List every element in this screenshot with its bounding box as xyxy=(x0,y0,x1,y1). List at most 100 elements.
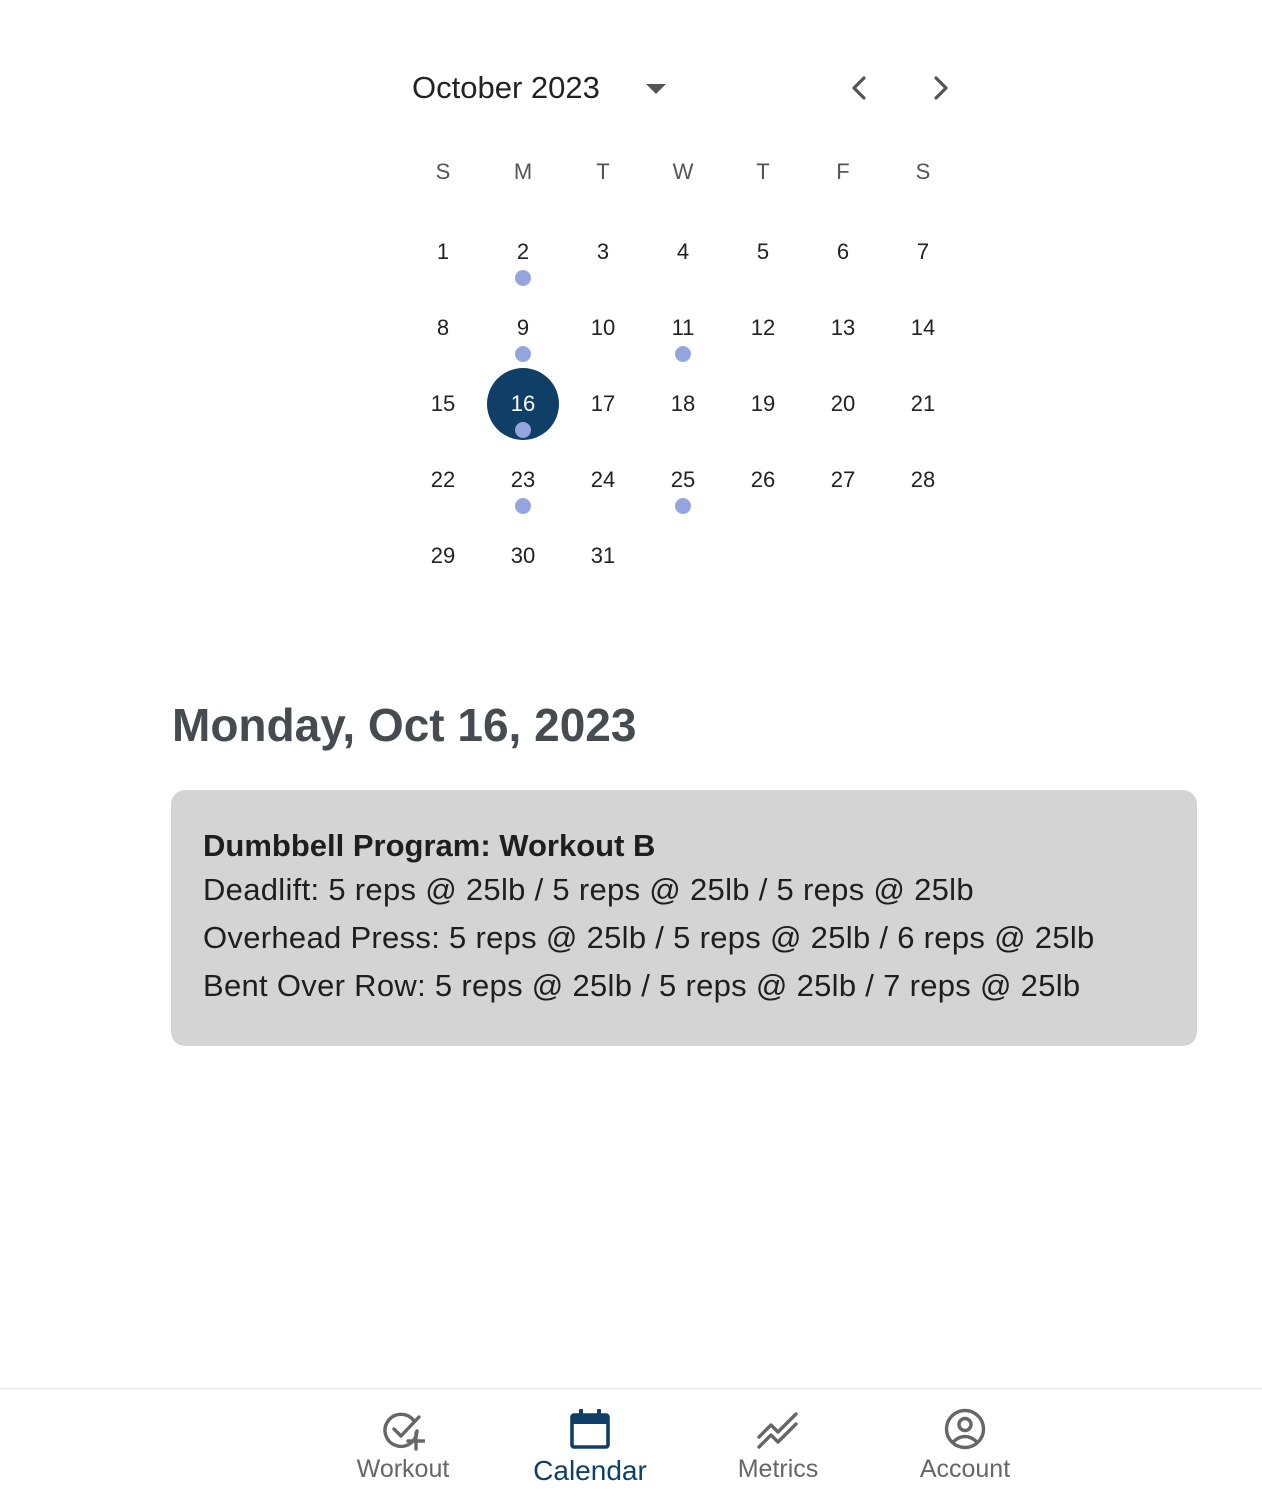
calendar-empty-cell xyxy=(723,518,803,594)
calendar-day[interactable]: 7 xyxy=(883,214,963,290)
nav-item-account[interactable]: Account xyxy=(875,1389,1055,1503)
day-number: 30 xyxy=(510,543,536,568)
calendar-day[interactable]: 18 xyxy=(643,366,723,442)
weekday-label: S xyxy=(915,159,931,184)
nav-label-workout: Workout xyxy=(356,1455,450,1483)
nav-label-metrics: Metrics xyxy=(737,1455,819,1483)
calendar-day[interactable]: 24 xyxy=(563,442,643,518)
calendar-header: October 2023 xyxy=(412,66,972,110)
day-number: 20 xyxy=(830,391,856,416)
weekday-label: W xyxy=(672,159,694,184)
day-number: 27 xyxy=(830,467,856,492)
day-number: 31 xyxy=(590,543,616,568)
workout-indicator-dot xyxy=(675,498,691,514)
chevron-left-icon xyxy=(852,76,866,100)
exercise-line: Deadlift: 5 reps @ 25lb / 5 reps @ 25lb … xyxy=(203,872,974,907)
day-number: 7 xyxy=(916,239,930,264)
day-number: 18 xyxy=(670,391,696,416)
workout-indicator-dot xyxy=(515,498,531,514)
calendar-day[interactable]: 12 xyxy=(723,290,803,366)
calendar-day[interactable]: 19 xyxy=(723,366,803,442)
calendar-week-row: 29 30 31 xyxy=(403,518,963,594)
day-number: 4 xyxy=(676,239,690,264)
calendar-day[interactable]: 27 xyxy=(803,442,883,518)
calendar-day[interactable]: 21 xyxy=(883,366,963,442)
chevron-right-icon xyxy=(934,76,948,100)
day-number: 24 xyxy=(590,467,616,492)
nav-item-metrics[interactable]: Metrics xyxy=(688,1389,868,1503)
calendar-day[interactable]: 22 xyxy=(403,442,483,518)
calendar-day[interactable]: 2 xyxy=(483,214,563,290)
bottom-navigation: Workout Calendar Metrics Account xyxy=(0,1388,1262,1503)
weekday-header: S M T W T F S xyxy=(403,152,963,192)
calendar-day[interactable]: 14 xyxy=(883,290,963,366)
calendar-day[interactable]: 17 xyxy=(563,366,643,442)
day-number: 5 xyxy=(756,239,770,264)
calendar-week-row: 22 23 24 25 26 27 28 xyxy=(403,442,963,518)
day-number: 29 xyxy=(430,543,456,568)
calendar-day[interactable]: 4 xyxy=(643,214,723,290)
calendar-day[interactable]: 23 xyxy=(483,442,563,518)
day-number: 28 xyxy=(910,467,936,492)
next-month-button[interactable] xyxy=(918,66,962,110)
workout-title: Dumbbell Program: Workout B xyxy=(203,828,656,863)
calendar-day[interactable]: 3 xyxy=(563,214,643,290)
day-number: 10 xyxy=(590,315,616,340)
calendar-day[interactable]: 1 xyxy=(403,214,483,290)
weekday-label: T xyxy=(596,159,610,184)
calendar-day[interactable]: 6 xyxy=(803,214,883,290)
nav-label-calendar: Calendar xyxy=(533,1455,647,1486)
calendar-day[interactable]: 28 xyxy=(883,442,963,518)
day-number: 13 xyxy=(830,315,856,340)
nav-item-calendar[interactable]: Calendar xyxy=(500,1389,680,1503)
trend-lines-icon xyxy=(757,1412,798,1449)
day-number: 1 xyxy=(436,239,450,264)
workout-indicator-dot xyxy=(515,270,531,286)
calendar-day[interactable]: 5 xyxy=(723,214,803,290)
day-number: 11 xyxy=(671,315,695,340)
check-circle-plus-icon xyxy=(383,1412,425,1451)
weekday-label: T xyxy=(756,159,770,184)
calendar-day[interactable]: 29 xyxy=(403,518,483,594)
day-number: 23 xyxy=(510,467,536,492)
caret-down-icon[interactable] xyxy=(644,72,668,104)
exercise-line: Bent Over Row: 5 reps @ 25lb / 5 reps @ … xyxy=(203,968,1081,1003)
previous-month-button[interactable] xyxy=(838,66,882,110)
calendar-day[interactable]: 8 xyxy=(403,290,483,366)
calendar-day[interactable]: 25 xyxy=(643,442,723,518)
day-number: 14 xyxy=(910,315,936,340)
day-number: 8 xyxy=(436,315,450,340)
month-year-label[interactable]: October 2023 xyxy=(412,70,600,106)
calendar-day[interactable]: 9 xyxy=(483,290,563,366)
calendar-week-row: 8 9 10 11 12 13 14 xyxy=(403,290,963,366)
calendar-day[interactable]: 13 xyxy=(803,290,883,366)
calendar-day[interactable]: 30 xyxy=(483,518,563,594)
weekday-label: S xyxy=(435,159,451,184)
weekday-label: F xyxy=(836,159,850,184)
calendar-day-selected[interactable]: 16 xyxy=(483,366,563,442)
calendar-empty-cell xyxy=(803,518,883,594)
workout-indicator-dot xyxy=(675,346,691,362)
day-number: 12 xyxy=(750,315,776,340)
calendar-day[interactable]: 10 xyxy=(563,290,643,366)
day-number: 22 xyxy=(430,467,456,492)
calendar-day[interactable]: 11 xyxy=(643,290,723,366)
calendar-day[interactable]: 20 xyxy=(803,366,883,442)
selected-date-title: Monday, Oct 16, 2023 xyxy=(172,699,637,751)
calendar-day[interactable]: 26 xyxy=(723,442,803,518)
day-number: 21 xyxy=(910,391,936,416)
calendar-week-row: 15 16 17 18 19 20 21 xyxy=(403,366,963,442)
nav-item-workout[interactable]: Workout xyxy=(313,1389,493,1503)
calendar-day[interactable]: 15 xyxy=(403,366,483,442)
workout-card[interactable]: Dumbbell Program: Workout B Deadlift: 5 … xyxy=(171,790,1197,1046)
day-number: 9 xyxy=(516,315,530,340)
day-number: 3 xyxy=(596,239,610,264)
calendar-empty-cell xyxy=(643,518,723,594)
day-number: 25 xyxy=(670,467,696,492)
workout-indicator-dot xyxy=(515,422,531,438)
calendar-day-grid: 1 2 3 4 5 6 7 8 9 10 11 12 13 14 15 16 17 18 19 20 21 22 23 24 2… xyxy=(403,214,963,594)
nav-label-account: Account xyxy=(919,1455,1011,1483)
calendar-day[interactable]: 31 xyxy=(563,518,643,594)
day-number: 15 xyxy=(430,391,456,416)
workout-indicator-dot xyxy=(515,346,531,362)
